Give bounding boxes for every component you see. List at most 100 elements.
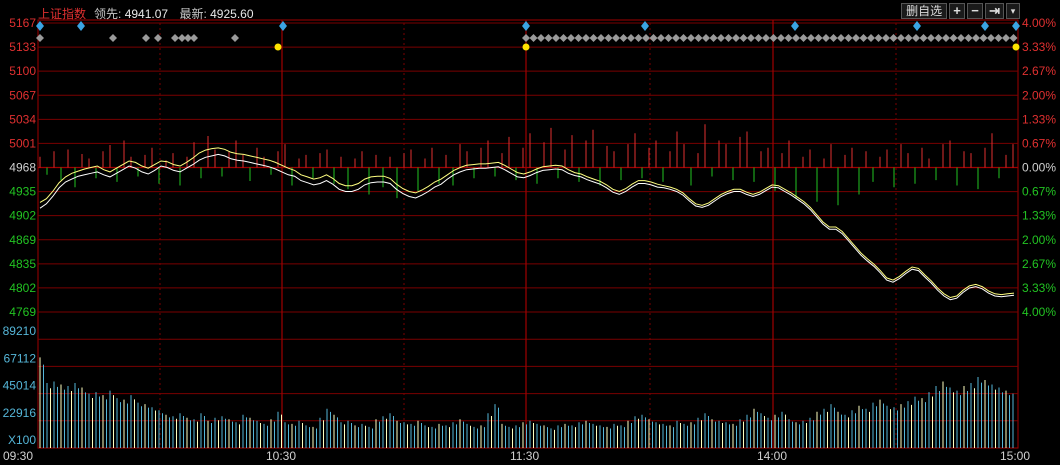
pct-tick-label: 2.67% xyxy=(1022,64,1056,78)
time-tick-label: 11:30 xyxy=(510,449,539,463)
price-tick-label: 5034 xyxy=(9,112,36,126)
event-marker-gray xyxy=(987,34,995,42)
pct-tick-label: 2.00% xyxy=(1022,88,1056,102)
event-marker-gray xyxy=(657,34,665,42)
event-marker-gray xyxy=(619,34,628,42)
event-marker-gray xyxy=(769,34,778,42)
event-marker-yellow xyxy=(522,43,530,51)
event-marker-gray xyxy=(567,34,575,42)
price-tick-label: 5133 xyxy=(9,40,36,54)
pct-tick-label: 1.33% xyxy=(1022,112,1056,126)
pct-tick-label: 4.00% xyxy=(1022,305,1056,319)
time-tick-label: 15:00 xyxy=(1000,449,1030,463)
event-marker-gray xyxy=(949,34,958,42)
event-marker-gray xyxy=(762,34,770,42)
event-marker-gray xyxy=(709,34,718,42)
price-tick-label: 4968 xyxy=(9,161,36,175)
time-tick-label: 10:30 xyxy=(266,449,296,463)
pct-tick-label: 0.67% xyxy=(1022,136,1056,150)
dropdown-button[interactable]: ▾ xyxy=(1006,3,1020,19)
event-marker-gray xyxy=(867,34,875,42)
go-end-button[interactable]: ⇥ xyxy=(985,3,1004,19)
event-marker-gray xyxy=(664,34,673,42)
price-tick-label: 5167 xyxy=(9,16,36,30)
chart-toolbar: 删自选 + − ⇥ ▾ xyxy=(901,3,1020,19)
event-marker-gray xyxy=(724,34,733,42)
event-marker-gray xyxy=(672,34,680,42)
volume-tick-label: 22916 xyxy=(3,406,37,420)
price-tick-label: 5001 xyxy=(9,136,36,150)
event-marker-gray xyxy=(957,34,965,42)
event-marker-gray xyxy=(882,34,890,42)
event-marker-gray xyxy=(642,34,650,42)
volume-tick-label: 89210 xyxy=(3,324,37,338)
event-marker-gray xyxy=(994,34,1003,42)
event-marker-gray xyxy=(36,34,44,42)
event-marker-gray xyxy=(1002,34,1010,42)
event-marker-gray xyxy=(190,34,198,42)
event-marker-gray xyxy=(814,34,823,42)
event-marker-gray xyxy=(171,34,179,42)
pct-tick-label: 1.33% xyxy=(1022,209,1056,223)
pct-tick-label: 0.00% xyxy=(1022,161,1056,175)
event-marker-gray xyxy=(792,34,800,42)
price-tick-label: 4769 xyxy=(9,305,36,319)
event-marker-gray xyxy=(754,34,763,42)
latest-value: 4925.60 xyxy=(210,7,254,21)
event-marker-gray xyxy=(597,34,605,42)
event-marker-gray xyxy=(589,34,598,42)
event-marker-gray xyxy=(837,34,845,42)
event-marker-gray xyxy=(934,34,943,42)
volume-tick-label: 67112 xyxy=(4,351,37,365)
price-tick-label: 4802 xyxy=(9,281,36,295)
event-marker-gray xyxy=(604,34,613,42)
chart-frame xyxy=(37,19,1019,449)
time-tick-label: 09:30 xyxy=(3,449,33,463)
add-button[interactable]: + xyxy=(949,3,966,19)
event-marker-gray xyxy=(142,34,150,42)
event-marker-gray xyxy=(844,34,853,42)
event-marker-gray xyxy=(942,34,950,42)
time-tick-label: 14:00 xyxy=(757,449,787,463)
event-marker-gray xyxy=(747,34,755,42)
leader-price-line xyxy=(39,147,1015,299)
pct-tick-label: 0.67% xyxy=(1022,185,1056,199)
leader-label: 领先: xyxy=(94,7,122,21)
latest-label: 最新: xyxy=(179,7,207,21)
event-marker-gray xyxy=(964,34,973,42)
event-marker-gray xyxy=(979,34,988,42)
event-marker-gray xyxy=(904,34,913,42)
event-marker-gray xyxy=(859,34,868,42)
price-tick-label: 5067 xyxy=(9,88,36,102)
volume-tick-label: X100 xyxy=(8,433,36,447)
event-marker-gray xyxy=(739,34,748,42)
event-marker-gray xyxy=(582,34,590,42)
price-tick-label: 4935 xyxy=(9,185,36,199)
event-marker-gray xyxy=(522,34,530,42)
event-marker-gray xyxy=(634,34,643,42)
event-marker-gray xyxy=(627,34,635,42)
delete-watchlist-button[interactable]: 删自选 xyxy=(901,3,948,19)
event-marker-gray xyxy=(852,34,860,42)
event-marker-gray xyxy=(732,34,740,42)
event-marker-gray xyxy=(702,34,710,42)
event-marker-gray xyxy=(154,34,162,42)
event-marker-gray xyxy=(784,34,793,42)
event-marker-gray xyxy=(649,34,658,42)
pct-tick-label: 3.33% xyxy=(1022,281,1056,295)
remove-button[interactable]: − xyxy=(967,3,984,19)
pct-tick-label: 3.33% xyxy=(1022,40,1056,54)
event-marker-gray xyxy=(231,34,239,42)
event-marker-gray xyxy=(807,34,815,42)
intraday-chart: 5167 4.00% 5133 3.33% 5100 2.67% 5067 2.00% 5034… xyxy=(3,16,1057,463)
index-name[interactable]: 上证指数 xyxy=(38,7,86,21)
event-marker-gray xyxy=(777,34,785,42)
pct-tick-label: 2.67% xyxy=(1022,257,1056,271)
event-marker-gray xyxy=(889,34,898,42)
event-marker-gray xyxy=(552,34,560,42)
volume-tick-label: 45014 xyxy=(3,379,37,393)
event-marker-gray xyxy=(612,34,620,42)
event-marker-gray xyxy=(972,34,980,42)
event-marker-gray xyxy=(679,34,688,42)
event-marker-gray xyxy=(927,34,935,42)
